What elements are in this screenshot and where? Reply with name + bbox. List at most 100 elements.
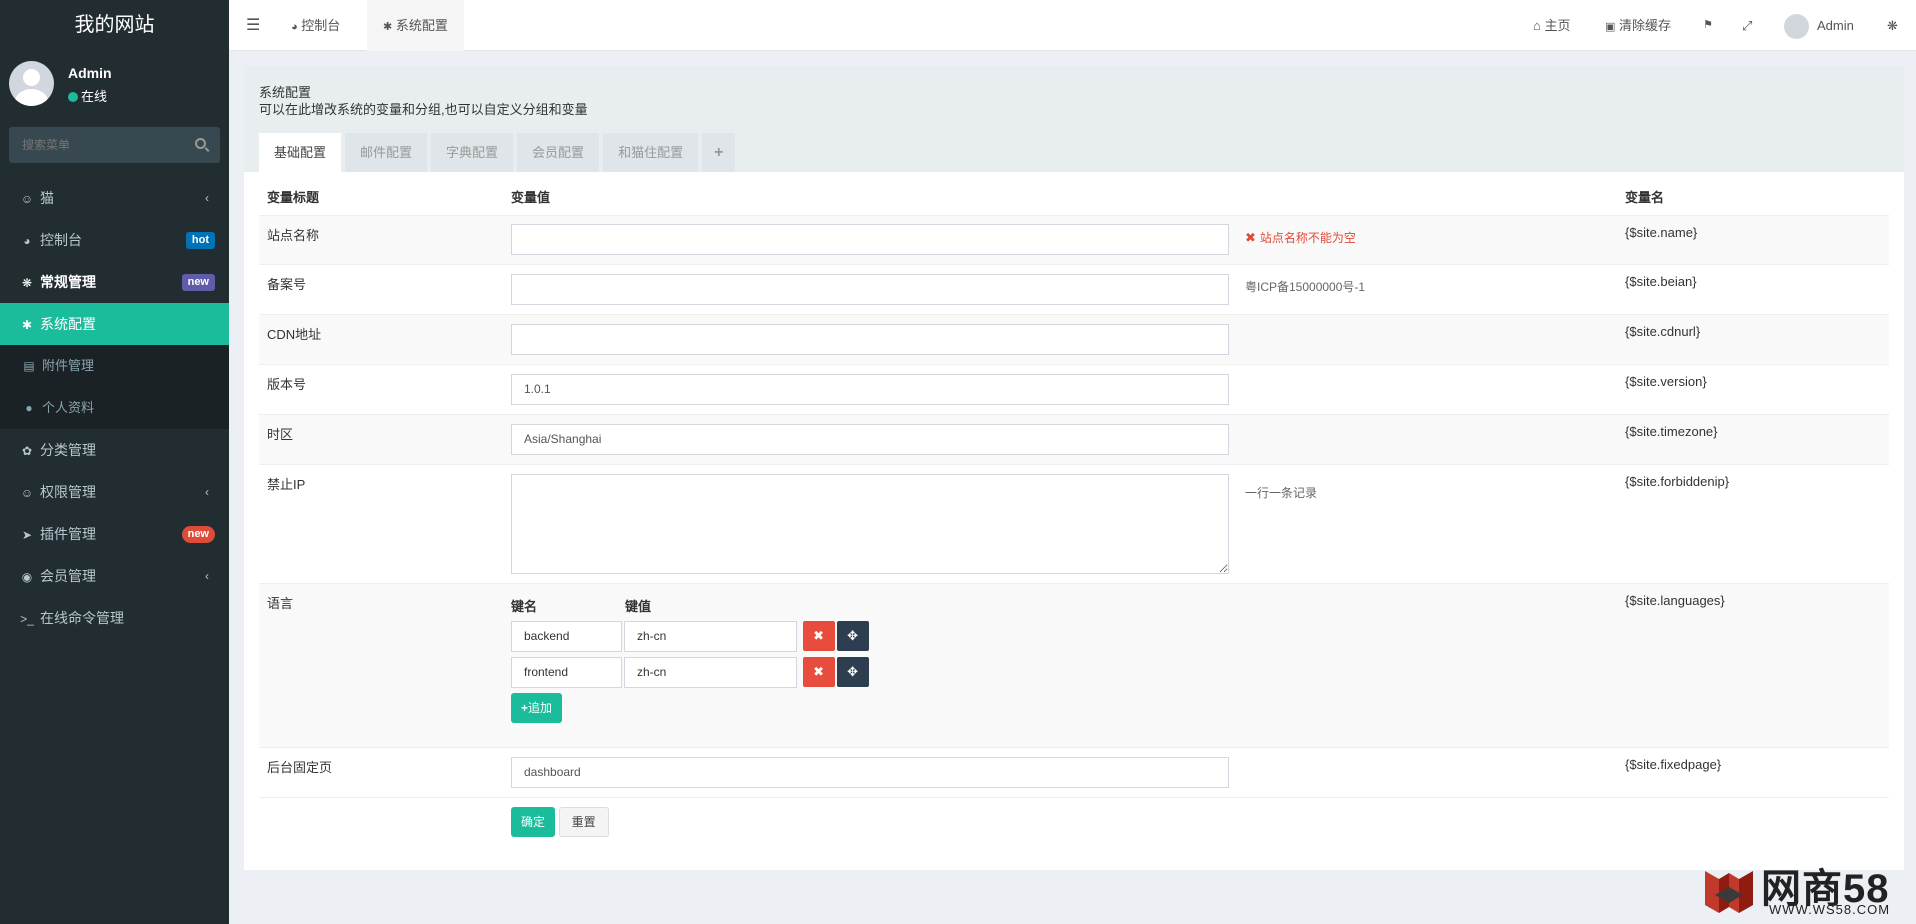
append-button[interactable]: +追加 bbox=[511, 692, 563, 723]
config-panel: 系统配置 可以在此增改系统的变量和分组,也可以自定义分组和变量 基础配置 邮件配… bbox=[244, 66, 1904, 870]
user-menu[interactable]: Admin bbox=[1784, 0, 1854, 51]
beian-input[interactable] bbox=[511, 273, 1229, 305]
add-tab-button[interactable]: + bbox=[702, 133, 736, 172]
var-name: {$site.forbiddenip} bbox=[1617, 463, 1889, 583]
sidebar-item-auth[interactable]: ☺ 权限管理 ‹ bbox=[0, 471, 229, 513]
fullscreen-icon[interactable]: ⤢ bbox=[1742, 0, 1752, 51]
remove-row-button[interactable]: ✖ bbox=[802, 620, 835, 651]
avatar bbox=[1784, 14, 1809, 40]
cdn-input[interactable] bbox=[511, 323, 1229, 355]
var-name: {$site.languages} bbox=[1617, 582, 1889, 747]
table-row: 语言 键名 键值 backend zh-cn ✖ ✥ frontend zh-cn ✖ ✥… bbox=[259, 582, 1889, 747]
sidebar-item-category[interactable]: ✿ 分类管理 bbox=[0, 429, 229, 471]
sidebar-item-member[interactable]: ◉ 会员管理 ‹ bbox=[0, 555, 229, 597]
sidebar-item-general[interactable]: ❋ 常规管理 new bbox=[0, 261, 229, 303]
var-name: {$site.fixedpage} bbox=[1617, 746, 1889, 797]
sidebar-item-system-config[interactable]: ✱ 系统配置 bbox=[0, 303, 229, 345]
table-row: 后台固定页 {$site.fixedpage} bbox=[259, 746, 1889, 797]
sidebar-item-dashboard[interactable]: ◕ 控制台 hot bbox=[0, 219, 229, 261]
drag-handle[interactable]: ✥ bbox=[836, 656, 869, 687]
drag-handle[interactable]: ✥ bbox=[836, 620, 869, 651]
sidebar-item-profile[interactable]: ● 个人资料 bbox=[0, 387, 229, 429]
leaf-icon: ✿ bbox=[21, 444, 33, 458]
menu-search-input[interactable] bbox=[9, 127, 179, 163]
tab-member[interactable]: 会员配置 bbox=[517, 133, 600, 172]
clear-cache-button[interactable]: ▣ 清除缓存 bbox=[1605, 0, 1671, 51]
menu-search bbox=[9, 127, 220, 163]
value-input[interactable]: zh-cn bbox=[624, 620, 797, 652]
watermark-logo-icon bbox=[1705, 871, 1753, 913]
home-icon: ⌂ bbox=[1533, 18, 1541, 33]
panel-description: 可以在此增改系统的变量和分组,也可以自定义分组和变量 bbox=[259, 102, 588, 117]
move-icon: ✥ bbox=[847, 663, 859, 679]
move-icon: ✥ bbox=[847, 627, 859, 643]
chevron-left-icon: ‹ bbox=[205, 569, 209, 583]
menu-toggle-icon[interactable]: ☰ bbox=[246, 0, 260, 51]
sidebar-item-attachment[interactable]: ▤ 附件管理 bbox=[0, 345, 229, 387]
table-row: 版本号 {$site.version} bbox=[259, 363, 1889, 414]
cogs-icon[interactable]: ❋ bbox=[1887, 0, 1898, 51]
header-title: 变量标题 bbox=[267, 190, 320, 206]
group-icon: ☺ bbox=[20, 486, 34, 500]
sidebar-menu: ☺ 猫 ‹ ◕ 控制台 hot ❋ 常规管理 new ✱ 系统配置 ▤ 附件管理 ● 个人资料 ✿… bbox=[0, 177, 229, 639]
field-tip: 一行一条记录 bbox=[1245, 485, 1318, 500]
table-row: 禁止IP 一行一条记录 {$site.forbiddenip} bbox=[259, 463, 1889, 583]
table-row: 时区 {$site.timezone} bbox=[259, 413, 1889, 464]
sidebar-item-command[interactable]: >_ 在线命令管理 bbox=[0, 597, 229, 639]
dashboard-icon: ◕ bbox=[23, 234, 31, 248]
tab-basic[interactable]: 基础配置 bbox=[259, 133, 342, 172]
tab-dashboard[interactable]: ◕ 控制台 bbox=[291, 0, 340, 51]
reset-button[interactable]: 重置 bbox=[558, 806, 609, 837]
key-input[interactable]: backend bbox=[511, 620, 622, 652]
panel-heading: 系统配置 可以在此增改系统的变量和分组,也可以自定义分组和变量 基础配置 邮件配… bbox=[244, 66, 1904, 172]
validation-error: ✖ 站点名称不能为空 bbox=[1245, 229, 1356, 245]
field-tip: 粤ICP备15000000号-1 bbox=[1245, 279, 1366, 294]
new-badge: new bbox=[181, 526, 215, 543]
gear-icon: ✱ bbox=[21, 318, 33, 332]
key-input[interactable]: frontend bbox=[511, 656, 622, 688]
chevron-left-icon: ‹ bbox=[205, 485, 209, 499]
list-item: backend zh-cn ✖ ✥ bbox=[511, 620, 1609, 657]
new-badge: new bbox=[181, 274, 215, 291]
trash-icon: ▣ bbox=[1605, 21, 1616, 33]
config-table: 变量标题 变量值 变量名 站点名称 ✖ 站点名称不能为空 {$site.name}… bbox=[259, 179, 1889, 846]
home-link[interactable]: ⌂ 主页 bbox=[1533, 0, 1571, 51]
version-input[interactable] bbox=[511, 373, 1229, 405]
key-header: 键名 bbox=[511, 598, 538, 614]
chevron-left-icon: ‹ bbox=[205, 191, 209, 205]
site-logo[interactable]: 我的网站 bbox=[0, 0, 229, 51]
header-name: 变量名 bbox=[1625, 190, 1665, 206]
dashboard-icon: ◕ bbox=[291, 21, 298, 33]
tab-hemaozhu[interactable]: 和猫住配置 bbox=[603, 133, 699, 172]
watermark-url: WWW.WS58.COM bbox=[1769, 902, 1891, 917]
sidebar-item-cat[interactable]: ☺ 猫 ‹ bbox=[0, 177, 229, 219]
online-dot-icon bbox=[68, 92, 78, 102]
tab-dictionary[interactable]: 字典配置 bbox=[431, 133, 514, 172]
cogs-icon: ❋ bbox=[21, 276, 33, 290]
sidebar: 我的网站 Admin 在线 ☺猫‹ ◕控制台hot ❋常规管理new ✱系统配置… bbox=[0, 0, 229, 924]
file-image-icon: ▤ bbox=[23, 359, 35, 373]
remove-row-button[interactable]: ✖ bbox=[802, 656, 835, 687]
tab-system-config[interactable]: ✱ 系统配置 bbox=[367, 0, 464, 51]
site-name-input[interactable] bbox=[511, 223, 1229, 255]
fixedpage-input[interactable] bbox=[511, 756, 1229, 788]
sidebar-item-addon[interactable]: ➤ 插件管理 new bbox=[0, 513, 229, 555]
var-name: {$site.cdnurl} bbox=[1617, 313, 1889, 364]
user-name: Admin bbox=[68, 65, 112, 81]
close-icon: ✖ bbox=[1245, 229, 1256, 245]
tab-email[interactable]: 邮件配置 bbox=[345, 133, 428, 172]
user-icon: ● bbox=[25, 401, 33, 415]
row-title: 站点名称 bbox=[259, 214, 503, 264]
header-value: 变量值 bbox=[511, 190, 551, 206]
users-icon: ☺ bbox=[20, 192, 34, 206]
form-actions: 确定 重置 bbox=[259, 796, 1889, 846]
language-icon[interactable]: ⚑ bbox=[1703, 0, 1713, 51]
var-name: {$site.name} bbox=[1617, 214, 1889, 264]
submit-button[interactable]: 确定 bbox=[511, 806, 556, 837]
search-icon[interactable] bbox=[195, 138, 206, 149]
forbiddenip-textarea[interactable] bbox=[511, 473, 1229, 574]
timezone-input[interactable] bbox=[511, 423, 1229, 455]
var-name: {$site.timezone} bbox=[1617, 413, 1889, 464]
watermark: 网商58 WWW.WS58.COM bbox=[1697, 858, 1907, 922]
value-input[interactable]: zh-cn bbox=[624, 656, 797, 688]
